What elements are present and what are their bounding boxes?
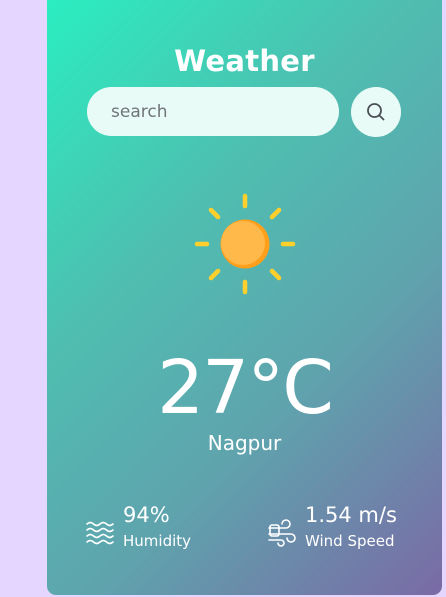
search-icon <box>367 103 385 121</box>
wind-icon <box>268 519 296 547</box>
humidity-icon <box>86 521 114 545</box>
city-name: Nagpur <box>207 431 282 455</box>
wind-detail: 1.54 m/s Wind Speed <box>267 500 397 551</box>
app-title: Weather <box>174 44 315 78</box>
temperature: 27°C <box>157 345 334 431</box>
search-input[interactable] <box>87 87 339 136</box>
humidity-detail: 94% Humidity <box>85 500 191 551</box>
search-button[interactable] <box>351 87 401 137</box>
humidity-label: Humidity <box>123 532 192 550</box>
weather-card: Weather 27°C Nagpur <box>47 0 442 595</box>
wind-speed-value: 1.54 m/s <box>305 503 397 527</box>
sun-icon <box>194 193 296 295</box>
wind-speed-label: Wind Speed <box>305 532 395 550</box>
humidity-value: 94% <box>123 503 170 527</box>
